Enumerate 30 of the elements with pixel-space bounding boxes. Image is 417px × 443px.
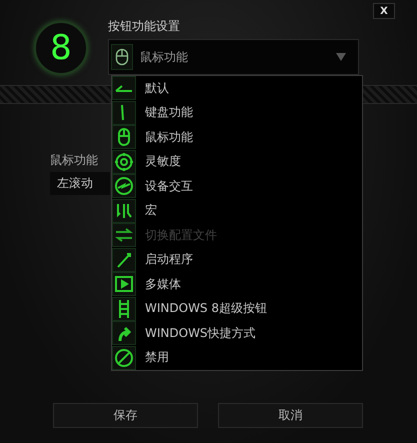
prohibited-icon (112, 346, 136, 370)
target-icon (112, 150, 136, 174)
setting-label: 按钮功能设置 (108, 18, 181, 35)
close-button[interactable]: X (373, 3, 395, 19)
mouse-icon (112, 125, 136, 150)
menu-item[interactable]: WINDOWS 8超级按钮 (112, 296, 362, 321)
menu-item[interactable]: 键盘功能 (112, 100, 362, 125)
menu-item[interactable]: WINDOWS快捷方式 (112, 321, 362, 346)
mouse-function-label: 鼠标功能 (50, 152, 98, 169)
mouse-icon (111, 44, 133, 70)
mouse-function-field[interactable]: 左滚动 (50, 172, 110, 195)
menu-item[interactable]: 灵敏度 (112, 150, 362, 174)
menu-item[interactable]: 禁用 (112, 346, 362, 370)
circle-bolt-icon (112, 174, 136, 198)
play-icon (112, 272, 136, 296)
caret-icon (336, 53, 346, 61)
stroke-icon (112, 100, 136, 125)
menu-item[interactable]: 宏 (112, 198, 362, 223)
menu-item[interactable]: 设备交互 (112, 174, 362, 198)
menu-item[interactable]: 鼠标功能 (112, 125, 362, 150)
zigzag-icon (112, 198, 136, 223)
swap-arrows-icon (112, 223, 136, 248)
menu-item[interactable]: 默认 (112, 76, 362, 100)
menu-item[interactable]: 启动程序 (112, 248, 362, 272)
function-dropdown[interactable]: 鼠标功能 (108, 39, 359, 75)
menu-item[interactable]: 多媒体 (112, 272, 362, 296)
key-number: 8 (34, 21, 88, 75)
save-button[interactable]: 保存 (53, 403, 198, 428)
cancel-button[interactable]: 取消 (218, 403, 363, 428)
ladder-icon (112, 296, 136, 321)
